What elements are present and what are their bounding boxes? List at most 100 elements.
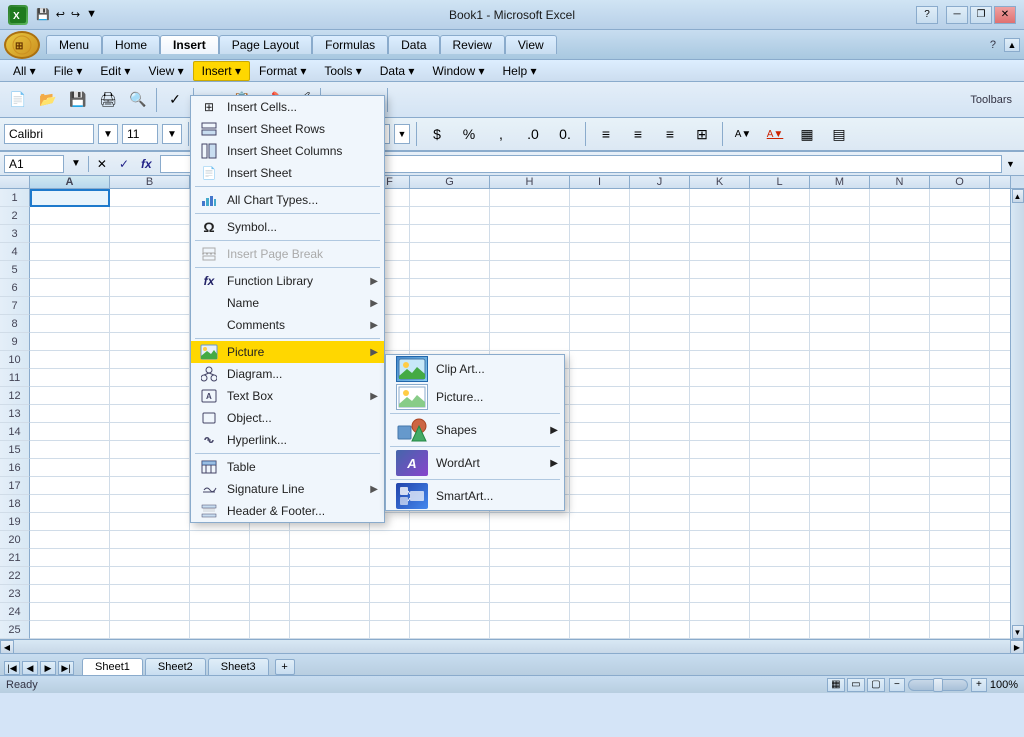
- cell[interactable]: [750, 333, 810, 351]
- cell[interactable]: [750, 567, 810, 585]
- sheet-tab-sheet2[interactable]: Sheet2: [145, 658, 206, 675]
- cell[interactable]: [810, 459, 870, 477]
- cell[interactable]: [630, 585, 690, 603]
- cell[interactable]: [110, 261, 190, 279]
- cell[interactable]: [570, 369, 630, 387]
- menu-table[interactable]: Table: [191, 456, 384, 478]
- cell[interactable]: [570, 405, 630, 423]
- formula-expand-btn[interactable]: ▼: [68, 158, 84, 169]
- menu-window[interactable]: Window ▾: [423, 61, 493, 81]
- print-preview-btn[interactable]: 🔍: [124, 86, 152, 114]
- cell[interactable]: [810, 423, 870, 441]
- cell[interactable]: [290, 585, 370, 603]
- currency-btn[interactable]: $: [423, 120, 451, 148]
- cell[interactable]: [870, 315, 930, 333]
- cell[interactable]: [570, 243, 630, 261]
- cell[interactable]: [110, 513, 190, 531]
- cell[interactable]: [370, 585, 410, 603]
- cell[interactable]: [410, 585, 490, 603]
- cell[interactable]: [30, 585, 110, 603]
- cell[interactable]: [630, 225, 690, 243]
- cell[interactable]: [30, 207, 110, 225]
- cell[interactable]: [630, 441, 690, 459]
- cell[interactable]: [110, 423, 190, 441]
- font-size-selector[interactable]: 11: [122, 124, 158, 144]
- cell[interactable]: [410, 333, 490, 351]
- cell[interactable]: [410, 567, 490, 585]
- cell[interactable]: [250, 531, 290, 549]
- cell[interactable]: [110, 279, 190, 297]
- close-btn[interactable]: ✕: [994, 6, 1016, 24]
- menu-header-footer[interactable]: Header & Footer...: [191, 500, 384, 522]
- cell[interactable]: [410, 225, 490, 243]
- menu-symbol[interactable]: Ω Symbol...: [191, 216, 384, 238]
- col-header-i[interactable]: I: [570, 176, 630, 188]
- cell[interactable]: [410, 531, 490, 549]
- cell[interactable]: [110, 225, 190, 243]
- cell[interactable]: [30, 441, 110, 459]
- scroll-right-btn[interactable]: ▶: [1010, 640, 1024, 653]
- cell[interactable]: [490, 207, 570, 225]
- menu-insert[interactable]: Insert ▾: [193, 61, 250, 81]
- cell[interactable]: [190, 603, 250, 621]
- cell[interactable]: [750, 603, 810, 621]
- cell[interactable]: [810, 387, 870, 405]
- cell[interactable]: [870, 423, 930, 441]
- cell[interactable]: [810, 351, 870, 369]
- submenu-picture[interactable]: Picture...: [386, 383, 564, 411]
- cell[interactable]: [30, 387, 110, 405]
- cell[interactable]: [870, 333, 930, 351]
- redo-quick-btn[interactable]: ↪: [69, 8, 82, 21]
- align-center-btn[interactable]: ≡: [624, 120, 652, 148]
- cell[interactable]: [870, 189, 930, 207]
- cell[interactable]: [570, 279, 630, 297]
- tab-data[interactable]: Data: [388, 35, 439, 54]
- cell[interactable]: [870, 549, 930, 567]
- cell[interactable]: [930, 225, 990, 243]
- cell[interactable]: [690, 189, 750, 207]
- cell[interactable]: [930, 297, 990, 315]
- col-header-h[interactable]: H: [490, 176, 570, 188]
- help-btn[interactable]: ?: [916, 6, 938, 24]
- cell[interactable]: [810, 225, 870, 243]
- cell[interactable]: [190, 585, 250, 603]
- menu-all-chart-types[interactable]: All Chart Types...: [191, 189, 384, 211]
- save-quick-btn[interactable]: 💾: [34, 8, 52, 21]
- cell[interactable]: [870, 351, 930, 369]
- menu-name[interactable]: Name ▶: [191, 292, 384, 314]
- cell[interactable]: [570, 513, 630, 531]
- cell[interactable]: [410, 279, 490, 297]
- cell[interactable]: [490, 225, 570, 243]
- cell[interactable]: [750, 207, 810, 225]
- zoom-out-btn[interactable]: −: [889, 678, 905, 692]
- cell[interactable]: [930, 477, 990, 495]
- cell[interactable]: [290, 549, 370, 567]
- cell[interactable]: [870, 603, 930, 621]
- cell[interactable]: [750, 225, 810, 243]
- open-btn[interactable]: 📂: [34, 86, 62, 114]
- cell[interactable]: [810, 621, 870, 639]
- cell[interactable]: [810, 189, 870, 207]
- cell[interactable]: [810, 279, 870, 297]
- cell[interactable]: [250, 567, 290, 585]
- submenu-smartart[interactable]: SmartArt...: [386, 482, 564, 510]
- cell[interactable]: [490, 567, 570, 585]
- menu-insert-page-break[interactable]: Insert Page Break: [191, 243, 384, 265]
- cell[interactable]: [110, 405, 190, 423]
- cell[interactable]: [810, 585, 870, 603]
- cell[interactable]: [410, 315, 490, 333]
- cell[interactable]: [690, 297, 750, 315]
- cell[interactable]: [930, 621, 990, 639]
- menu-insert-cells[interactable]: ⊞ Insert Cells...: [191, 96, 384, 118]
- submenu-clip-art[interactable]: Clip Art...: [386, 355, 564, 383]
- ribbon-collapse-btn[interactable]: ▲: [1004, 38, 1020, 52]
- cell[interactable]: [490, 189, 570, 207]
- cell[interactable]: [690, 315, 750, 333]
- tab-formulas[interactable]: Formulas: [312, 35, 388, 54]
- menu-signature-line[interactable]: Signature Line ▶: [191, 478, 384, 500]
- cell[interactable]: [750, 315, 810, 333]
- cell[interactable]: [370, 603, 410, 621]
- cell-reference-box[interactable]: A1: [4, 155, 64, 173]
- font-color-btn[interactable]: A▼: [761, 120, 789, 148]
- cell[interactable]: [190, 567, 250, 585]
